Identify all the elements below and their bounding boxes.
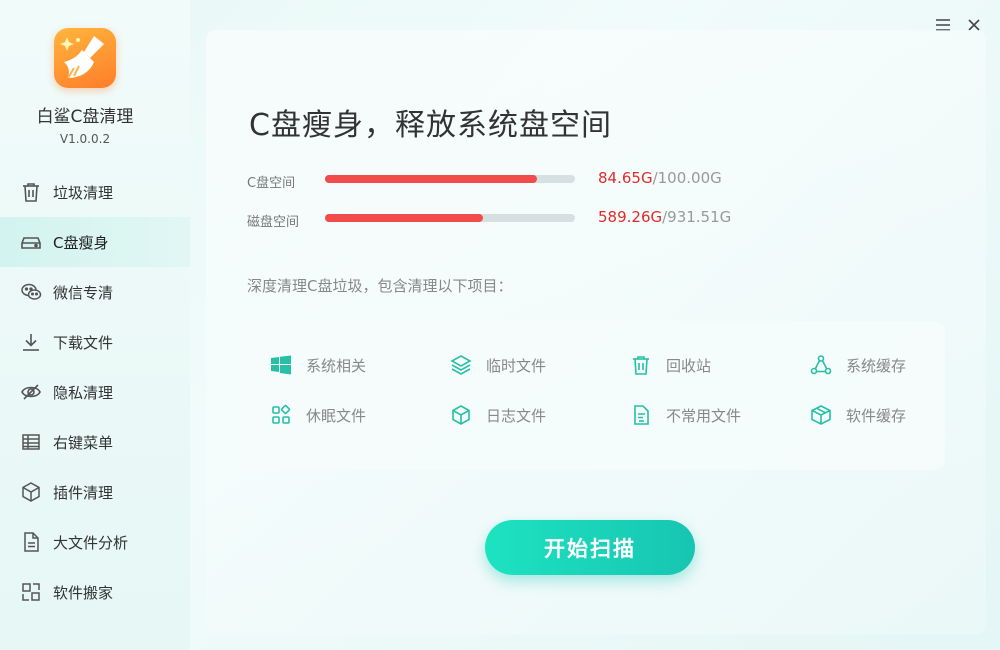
usage-text: 589.26G/931.51G [598, 208, 731, 226]
windows-icon [270, 354, 292, 376]
sidebar-item-c-slim[interactable]: C盘瘦身 [0, 217, 190, 267]
clean-item-recycle: 回收站 [630, 353, 711, 377]
app-window: 白鲨C盘清理 V1.0.0.2 垃圾清理 C盘瘦身 微信专清 下载文件 隐私清理… [0, 0, 1000, 650]
usage-label: 磁盘空间 [247, 215, 300, 230]
sidebar-item-label: 软件搬家 [53, 583, 114, 602]
clean-item-label: 软件缓存 [846, 406, 907, 425]
sidebar-item-label: 插件清理 [53, 483, 114, 502]
sidebar-item-plugins[interactable]: 插件清理 [0, 467, 190, 517]
clean-item-unused: 不常用文件 [630, 403, 741, 427]
clean-item-label: 系统缓存 [846, 356, 907, 375]
clean-item-app-cache: 软件缓存 [810, 403, 906, 427]
clean-item-label: 临时文件 [486, 356, 547, 375]
app-name: 白鲨C盘清理 [36, 107, 134, 127]
clean-item-label: 休眠文件 [306, 406, 367, 425]
usage-bar-fill [325, 214, 484, 222]
sidebar-item-context-menu[interactable]: 右键菜单 [0, 417, 190, 467]
file-edit-icon [630, 404, 652, 426]
network-nodes-icon [810, 354, 832, 376]
sidebar-item-privacy[interactable]: 隐私清理 [0, 367, 190, 417]
move-app-icon [20, 581, 42, 603]
trash-icon [20, 181, 42, 203]
start-scan-button[interactable]: 开始扫描 [485, 520, 695, 575]
clean-item-temp: 临时文件 [450, 353, 546, 377]
usage-bar-fill [325, 175, 537, 183]
disk-drive-icon [20, 231, 42, 253]
clean-item-system: 系统相关 [270, 353, 366, 377]
usage-used: 84.65G [598, 169, 653, 187]
layers-icon [450, 354, 472, 376]
eye-off-icon [20, 381, 42, 403]
document-icon [20, 531, 42, 553]
sidebar-item-wechat-clean[interactable]: 微信专清 [0, 267, 190, 317]
sidebar-item-label: 隐私清理 [53, 383, 114, 402]
sidebar-item-junk-clean[interactable]: 垃圾清理 [0, 167, 190, 217]
download-icon [20, 331, 42, 353]
sidebar-item-label: 微信专清 [53, 283, 114, 302]
package-icon [810, 404, 832, 426]
menu-grid-icon [20, 431, 42, 453]
clean-item-label: 回收站 [666, 356, 712, 375]
clean-item-label: 系统相关 [306, 356, 367, 375]
sidebar-nav: 垃圾清理 C盘瘦身 微信专清 下载文件 隐私清理 右键菜单 插件清理 大文件分析… [0, 167, 190, 617]
clean-item-label: 不常用文件 [666, 406, 742, 425]
usage-bar [325, 214, 575, 222]
clean-items-box [246, 321, 945, 470]
sidebar-item-label: 垃圾清理 [53, 183, 114, 202]
sidebar-item-software-move[interactable]: 软件搬家 [0, 567, 190, 617]
clean-item-label: 日志文件 [486, 406, 547, 425]
usage-text: 84.65G/100.00G [598, 169, 722, 187]
usage-used: 589.26G [598, 208, 663, 226]
usage-total: /100.00G [652, 169, 722, 187]
usage-bar [325, 175, 575, 183]
clean-item-hibernate: 休眠文件 [270, 403, 366, 427]
box-icon [450, 404, 472, 426]
usage-total: /931.51G [662, 208, 732, 226]
sidebar-item-label: 下载文件 [53, 333, 114, 352]
apps-grid-icon [270, 404, 292, 426]
broom-sparkle-icon [54, 28, 116, 88]
wechat-icon [20, 281, 42, 303]
sidebar-item-downloads[interactable]: 下载文件 [0, 317, 190, 367]
sidebar-item-label: C盘瘦身 [53, 233, 109, 252]
intro-text: 深度清理C盘垃圾，包含清理以下项目： [247, 277, 513, 295]
recycle-bin-icon [630, 354, 652, 376]
sidebar-item-label: 大文件分析 [53, 533, 129, 552]
c-drive-usage: C盘空间 84.65G/100.00G [247, 168, 767, 192]
app-version: V1.0.0.2 [59, 132, 111, 146]
clean-item-sys-cache: 系统缓存 [810, 353, 906, 377]
usage-label: C盘空间 [247, 176, 296, 191]
disk-usage: 磁盘空间 589.26G/931.51G [247, 207, 767, 231]
page-title: C盘瘦身，释放系统盘空间 [249, 108, 612, 143]
cube-icon [20, 481, 42, 503]
sidebar-item-large-files[interactable]: 大文件分析 [0, 517, 190, 567]
sidebar: 白鲨C盘清理 V1.0.0.2 垃圾清理 C盘瘦身 微信专清 下载文件 隐私清理… [0, 0, 190, 650]
sidebar-item-label: 右键菜单 [53, 433, 114, 452]
clean-item-logs: 日志文件 [450, 403, 546, 427]
